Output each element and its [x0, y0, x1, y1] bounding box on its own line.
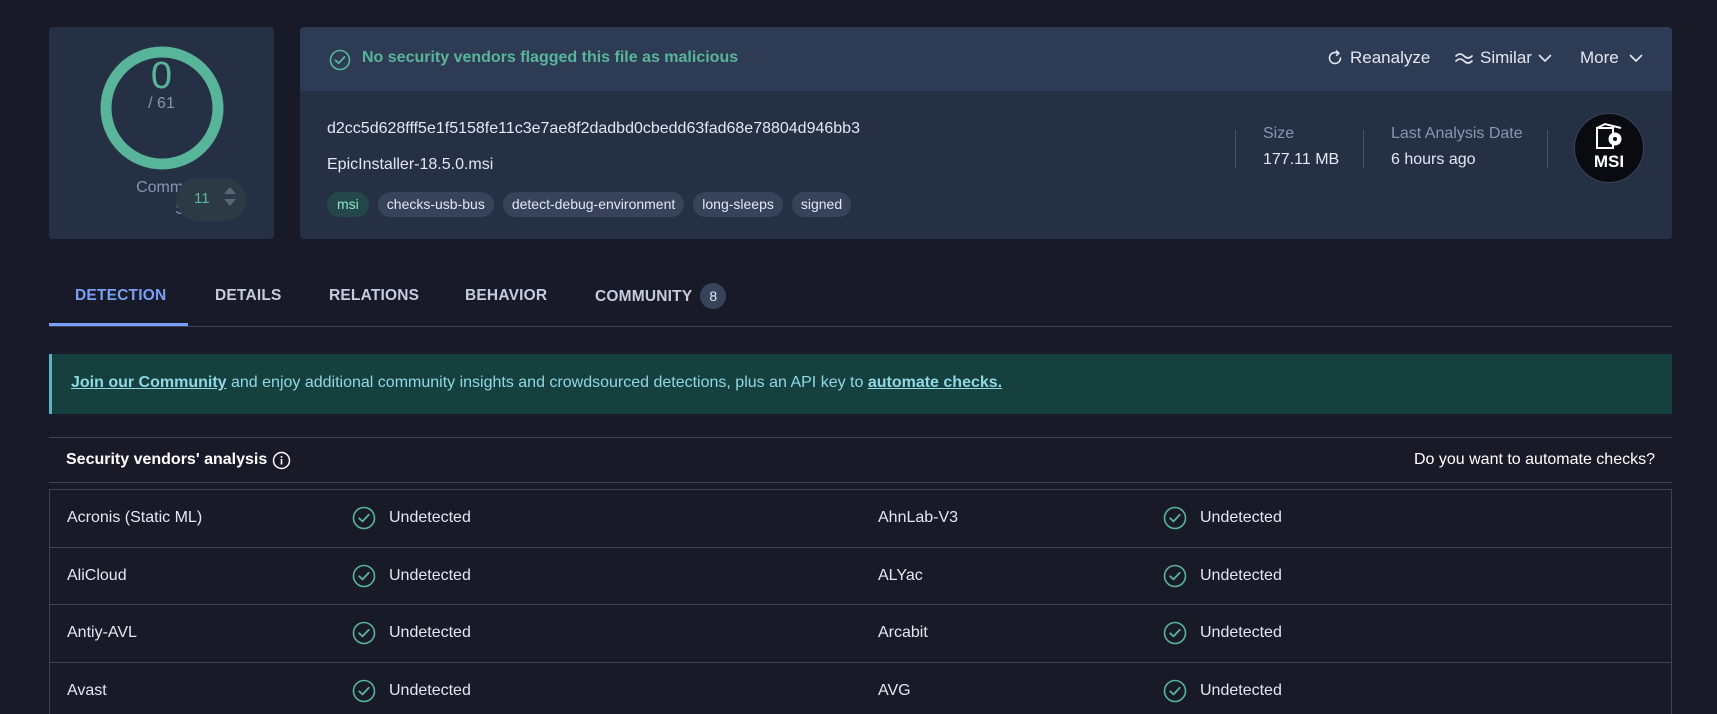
vendor-name: AhnLab-V3: [878, 509, 959, 526]
table-row: Avast Undetected AVG Undetected: [50, 663, 1671, 714]
vendor-result: Undetected: [389, 681, 471, 699]
chevron-down-icon: [1538, 54, 1552, 62]
check-circle-icon: [1163, 564, 1187, 587]
community-count-badge: 8: [700, 283, 727, 309]
last-analysis-label: Last Analysis Date: [1391, 125, 1523, 142]
table-row: Acronis (Static ML) Undetected AhnLab-V3…: [50, 490, 1671, 548]
divider: [1235, 130, 1236, 168]
join-community-text: Join our Community and enjoy additional …: [71, 374, 1002, 392]
info-icon[interactable]: [272, 451, 291, 470]
stepper-up-icon[interactable]: [224, 187, 236, 194]
check-circle-icon: [329, 49, 351, 71]
vendor-name: AliCloud: [67, 566, 127, 584]
vendor-name: Arcabit: [878, 624, 928, 641]
automate-checks-link[interactable]: automate checks.: [868, 374, 1002, 391]
size-label: Size: [1263, 125, 1295, 142]
vendor-name: Antiy-AVL: [67, 624, 137, 641]
check-circle-icon: [1163, 679, 1187, 702]
tag-detect-debug-environment[interactable]: detect-debug-environment: [502, 192, 685, 217]
vendor-result: Undetected: [1200, 624, 1282, 641]
chevron-down-icon: [1629, 54, 1643, 62]
join-community-link[interactable]: Join our Community: [71, 374, 227, 391]
tag-signed[interactable]: signed: [791, 192, 852, 217]
similar-dropdown[interactable]: Similar: [1454, 48, 1552, 68]
msi-file-icon: MSI: [1574, 113, 1644, 183]
community-score-value: 11: [194, 190, 210, 207]
more-dropdown[interactable]: More: [1580, 48, 1643, 68]
tab-community-label: COMMUNITY: [595, 288, 693, 306]
more-label: More: [1580, 48, 1619, 67]
reanalyze-button[interactable]: Reanalyze: [1326, 48, 1430, 68]
reanalyze-label: Reanalyze: [1350, 48, 1431, 67]
report-tabs: DETECTION DETAILS RELATIONS BEHAVIOR COM…: [49, 268, 1672, 327]
vendor-result: Undetected: [1200, 681, 1282, 699]
stepper-down-icon[interactable]: [224, 199, 236, 206]
check-circle-icon: [1163, 506, 1187, 530]
approx-icon: [1455, 53, 1473, 64]
msi-box-icon: [1596, 122, 1622, 149]
file-name: EpicInstaller-18.5.0.msi: [327, 156, 494, 173]
file-tags: msi checks-usb-bus detect-debug-environm…: [327, 192, 852, 217]
vendor-result: Undetected: [389, 509, 471, 526]
file-hash[interactable]: d2cc5d628fff5e1f5158fe11c3e7ae8f2dadbd0c…: [327, 120, 860, 138]
size-value: 177.11 MB: [1263, 151, 1340, 168]
check-circle-icon: [1163, 621, 1187, 645]
status-banner: No security vendors flagged this file as…: [300, 27, 1672, 91]
vendor-name: Avast: [67, 681, 107, 699]
vendor-results-table: Acronis (Static ML) Undetected AhnLab-V3…: [49, 489, 1672, 714]
file-info-card: No security vendors flagged this file as…: [300, 27, 1672, 239]
join-community-banner: Join our Community and enjoy additional …: [49, 354, 1672, 414]
detection-count: 0: [150, 55, 173, 97]
stepper-arrows[interactable]: [224, 187, 236, 211]
check-circle-icon: [352, 679, 376, 702]
detection-total: / 61: [148, 95, 175, 112]
detection-score-card: 0 / 61 Community Score 11: [49, 27, 274, 239]
tab-details[interactable]: DETAILS: [215, 287, 282, 305]
table-row: Antiy-AVL Undetected Arcabit Undetected: [50, 605, 1671, 663]
divider: [1547, 130, 1548, 168]
tab-community[interactable]: COMMUNITY 8: [595, 283, 727, 310]
vendor-result: Undetected: [389, 624, 471, 641]
vendor-result: Undetected: [1200, 509, 1282, 526]
file-type-label: MSI: [1593, 152, 1625, 171]
vendor-name: AVG: [878, 681, 911, 699]
last-analysis-value: 6 hours ago: [1391, 151, 1476, 168]
vendors-analysis-title: Security vendors' analysis: [66, 451, 268, 468]
community-score-stepper[interactable]: 11: [176, 178, 246, 221]
tab-detection[interactable]: DETECTION: [75, 287, 166, 305]
refresh-icon: [1328, 50, 1342, 65]
table-row: AliCloud Undetected ALYac Undetected: [50, 548, 1671, 605]
vendors-analysis-header: Security vendors' analysis Do you want t…: [49, 437, 1672, 483]
tag-msi[interactable]: msi: [327, 192, 369, 217]
status-text: No security vendors flagged this file as…: [362, 49, 739, 66]
tag-checks-usb-bus[interactable]: checks-usb-bus: [377, 192, 494, 217]
tag-long-sleeps[interactable]: long-sleeps: [693, 192, 783, 217]
automate-checks-prompt[interactable]: Do you want to automate checks?: [1414, 451, 1655, 469]
check-circle-icon: [352, 621, 376, 645]
vendor-name: Acronis (Static ML): [67, 509, 203, 526]
tab-relations[interactable]: RELATIONS: [329, 287, 419, 305]
divider: [1363, 130, 1364, 168]
vendor-result: Undetected: [1200, 566, 1282, 584]
active-tab-indicator: [49, 323, 188, 326]
check-circle-icon: [352, 564, 376, 587]
tab-behavior[interactable]: BEHAVIOR: [465, 287, 547, 305]
similar-label: Similar: [1480, 48, 1532, 67]
vendor-result: Undetected: [389, 566, 471, 584]
vendor-name: ALYac: [878, 566, 923, 584]
check-circle-icon: [352, 506, 376, 530]
join-community-body: and enjoy additional community insights …: [226, 374, 868, 391]
